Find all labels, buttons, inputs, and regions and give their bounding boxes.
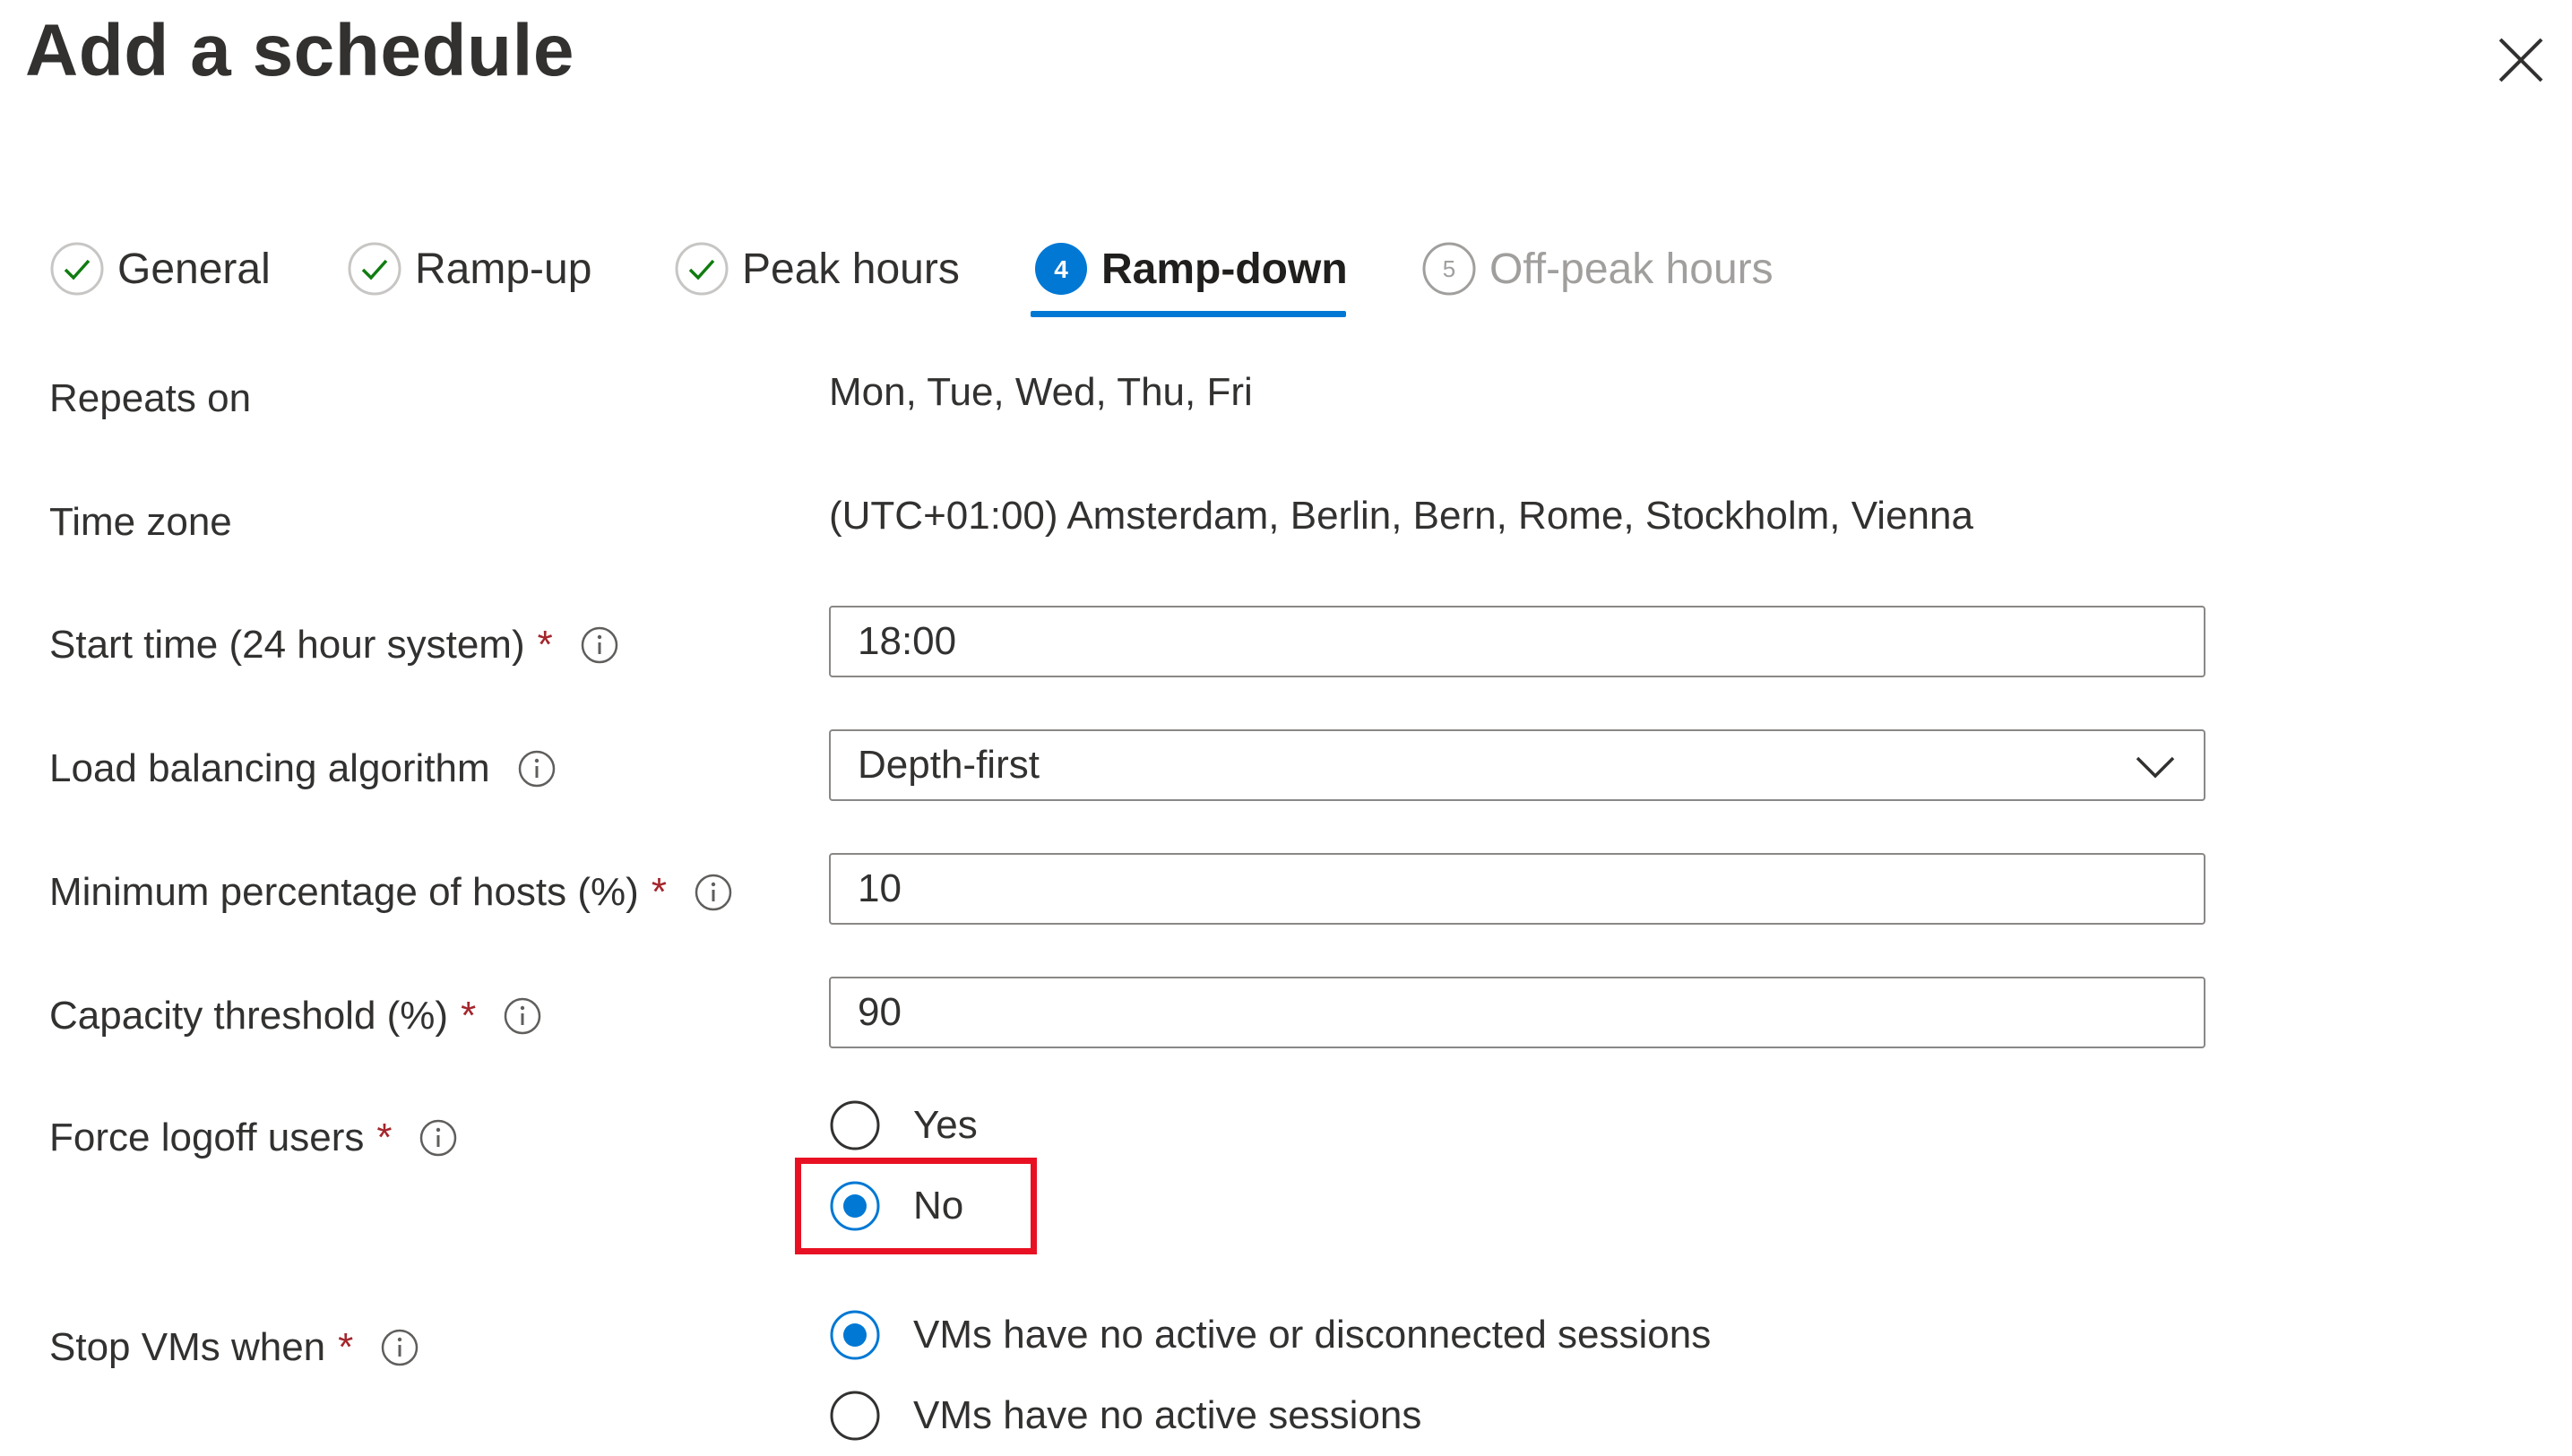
info-icon[interactable] [380,1328,419,1367]
close-icon [2499,38,2543,82]
force-logoff-label: Force logoff users * [49,1107,458,1169]
stop-vms-no-active-radio[interactable]: VMs have no active sessions [829,1384,1421,1447]
load-balancing-label: Load balancing algorithm [49,737,557,800]
close-button[interactable] [2481,20,2561,100]
load-balancing-value: Depth-first [858,743,1040,787]
min-hosts-input[interactable]: 10 [829,853,2205,925]
start-time-input[interactable]: 18:00 [829,606,2205,677]
capacity-threshold-input[interactable]: 90 [829,977,2205,1048]
required-marker: * [651,870,667,914]
tab-label: Off-peak hours [1489,245,1774,293]
step-number-icon: 5 [1421,241,1477,297]
radio-label: VMs have no active or disconnected sessi… [913,1313,1712,1357]
capacity-threshold-label: Capacity threshold (%) * [49,985,542,1047]
load-balancing-select[interactable]: Depth-first [829,729,2205,801]
start-time-label: Start time (24 hour system) * [49,614,619,676]
required-marker: * [376,1116,393,1159]
radio-unchecked-icon [829,1099,881,1151]
tab-label: Ramp-down [1101,245,1348,293]
min-hosts-label: Minimum percentage of hosts (%) * [49,861,733,924]
required-marker: * [338,1325,354,1369]
info-icon[interactable] [517,749,557,788]
stop-vms-label: Stop VMs when * [49,1316,419,1379]
radio-checked-icon [829,1180,881,1232]
radio-unchecked-icon [829,1390,881,1442]
radio-label: VMs have no active sessions [913,1393,1422,1437]
info-icon[interactable] [580,625,619,665]
chevron-down-icon [2134,747,2177,787]
time-zone-value: (UTC+01:00) Amsterdam, Berlin, Bern, Rom… [829,494,1973,538]
svg-text:5: 5 [1443,255,1455,282]
repeats-on-value: Mon, Tue, Wed, Thu, Fri [829,370,1253,414]
info-icon[interactable] [503,996,542,1036]
info-icon[interactable] [419,1118,458,1158]
check-circle-icon [347,241,402,297]
tab-label: Peak hours [742,245,960,293]
radio-checked-icon [829,1309,881,1361]
info-icon[interactable] [694,873,733,912]
time-zone-label: Time zone [49,500,232,544]
tab-general[interactable]: General [49,224,271,314]
required-marker: * [461,994,477,1038]
tab-ramp-up[interactable]: Ramp-up [347,224,591,314]
tab-peak-hours[interactable]: Peak hours [674,224,960,314]
required-marker: * [537,623,553,667]
page-title: Add a schedule [25,10,575,91]
radio-label: Yes [913,1103,978,1147]
step-number-icon: 4 [1033,241,1089,297]
tab-label: General [117,245,271,293]
repeats-on-label: Repeats on [49,376,252,420]
radio-label: No [913,1184,964,1228]
force-logoff-yes-radio[interactable]: Yes [829,1094,978,1157]
check-circle-icon [674,241,729,297]
check-circle-icon [49,241,105,297]
stop-vms-no-active-or-disconnected-radio[interactable]: VMs have no active or disconnected sessi… [829,1304,1711,1366]
svg-text:4: 4 [1054,255,1068,283]
active-tab-indicator [1031,311,1346,317]
tab-off-peak-hours: 5 Off-peak hours [1421,224,1774,314]
tab-label: Ramp-up [415,245,592,293]
tab-ramp-down[interactable]: 4 Ramp-down [1033,224,1348,314]
force-logoff-no-radio[interactable]: No [829,1175,963,1237]
